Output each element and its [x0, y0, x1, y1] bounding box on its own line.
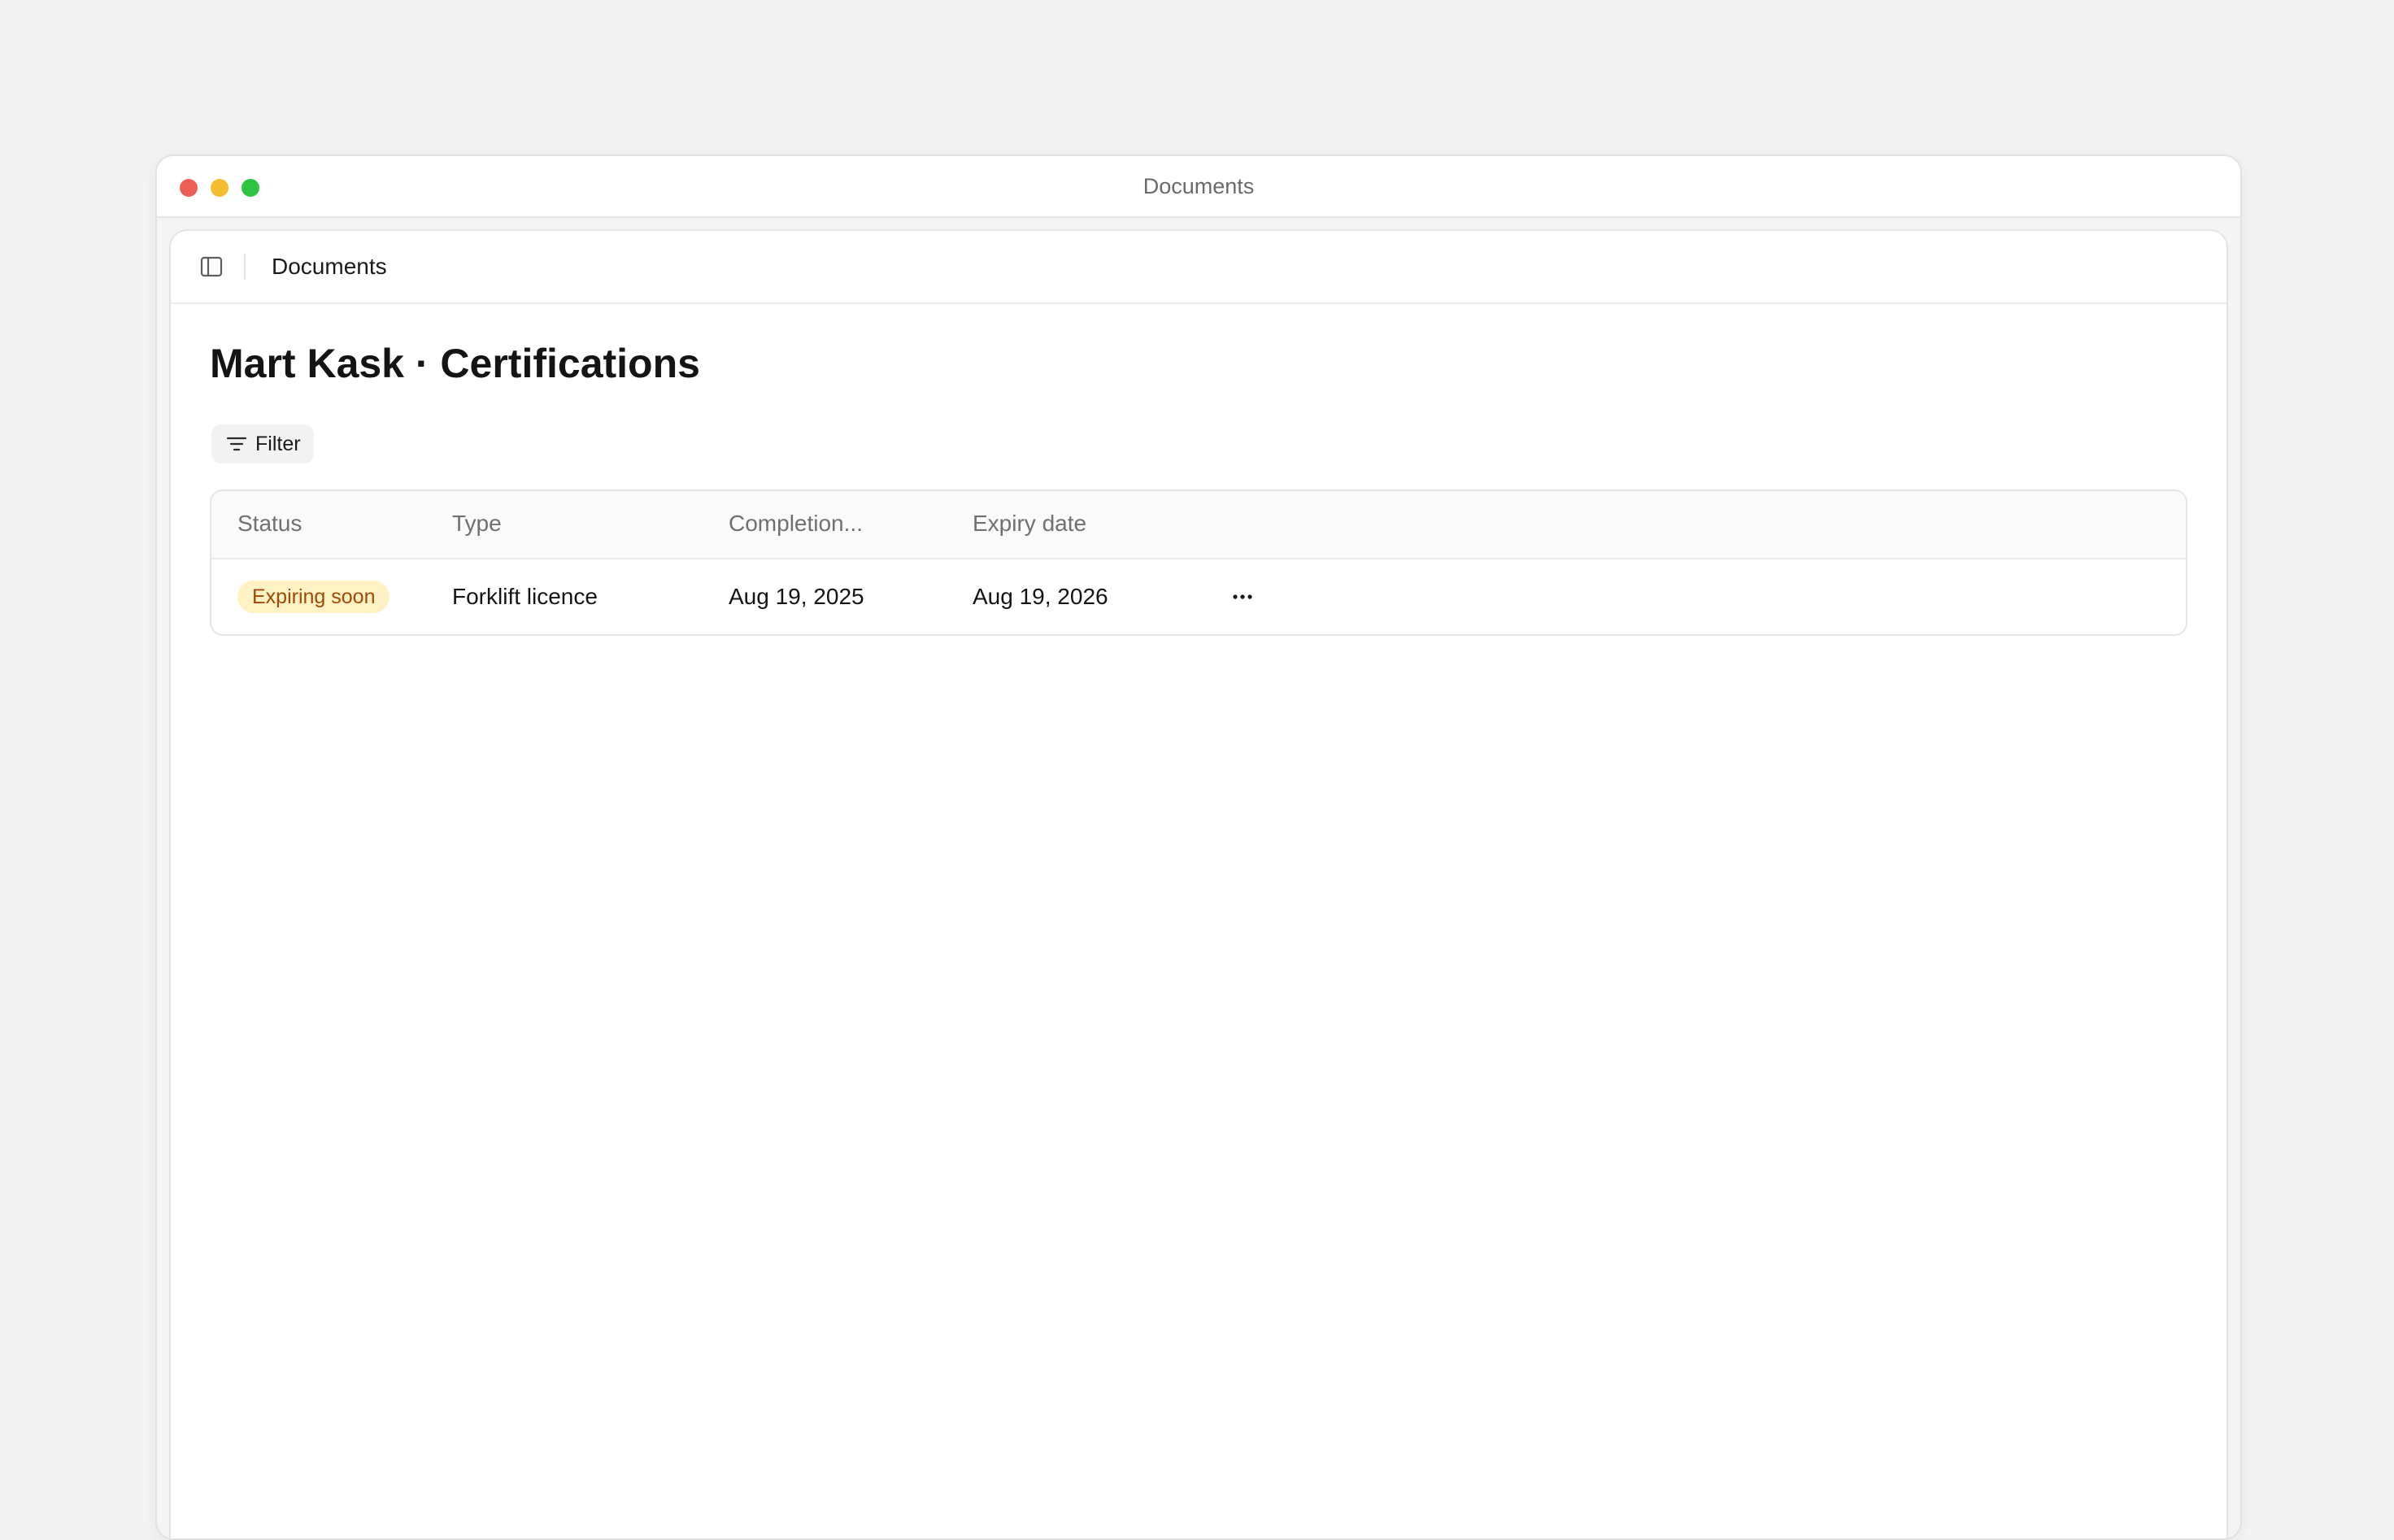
filter-lines-icon [226, 437, 247, 451]
filter-button[interactable]: Filter [211, 424, 314, 463]
cell-completion-date: Aug 19, 2025 [729, 584, 864, 609]
ellipsis-horizontal-icon[interactable] [1230, 584, 1256, 610]
page-title: Mart Kask · Certifications [210, 341, 700, 386]
table-header: Status Type Completion... Expiry date [211, 491, 2186, 559]
cell-type: Forklift licence [452, 584, 598, 609]
table-row[interactable]: Expiring soon Forklift licence Aug 19, 2… [211, 559, 2186, 634]
window-titlebar: Documents [157, 156, 2240, 218]
cell-expiry-date: Aug 19, 2026 [973, 584, 1108, 609]
column-header-expiry[interactable]: Expiry date [973, 511, 1086, 537]
column-header-status[interactable]: Status [237, 511, 302, 537]
filter-label: Filter [255, 432, 301, 455]
breadcrumb[interactable]: Documents [272, 254, 387, 280]
status-badge: Expiring soon [237, 581, 390, 613]
main-panel: Documents Mart Kask · Certifications Fil… [169, 229, 2228, 1538]
column-header-completion[interactable]: Completion... [729, 511, 863, 537]
header-divider [244, 254, 246, 280]
panel-header: Documents [171, 231, 2226, 304]
app-window: Documents Documents Mart Kask · Certific… [155, 154, 2242, 1540]
sidebar-panel-icon[interactable] [200, 255, 223, 278]
window-title: Documents [1143, 174, 1255, 198]
column-header-type[interactable]: Type [452, 511, 502, 537]
certifications-table: Status Type Completion... Expiry date Ex… [210, 489, 2187, 636]
